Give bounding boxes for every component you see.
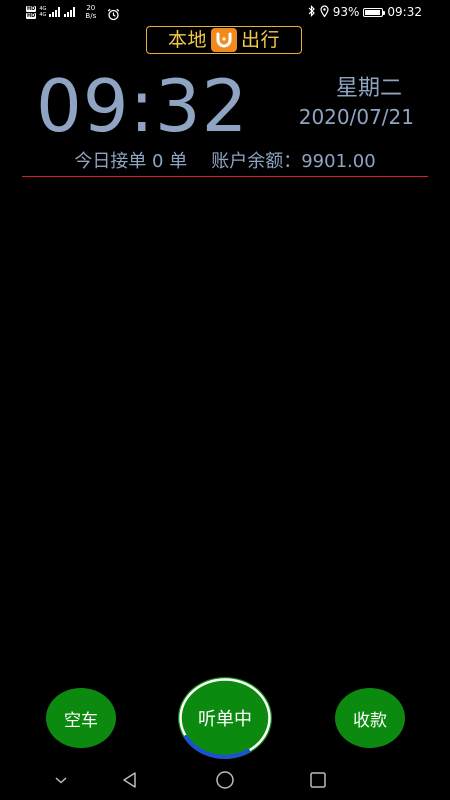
hd-badges: HD HD bbox=[26, 5, 37, 19]
status-time: 09:32 bbox=[387, 5, 422, 19]
current-time: 09:32 bbox=[36, 64, 249, 148]
date-label: 2020/07/21 bbox=[298, 105, 414, 129]
triangle-back-icon[interactable] bbox=[118, 768, 142, 792]
battery-icon bbox=[363, 7, 386, 17]
network-type-2: 4G bbox=[39, 12, 47, 18]
orders-today: 今日接单 0 单 bbox=[74, 151, 188, 172]
logo-emblem-icon bbox=[211, 28, 237, 52]
account-balance: 账户余额：9901.00 bbox=[211, 151, 376, 172]
bluetooth-icon bbox=[308, 4, 316, 20]
weekday-label: 星期二 bbox=[335, 76, 402, 101]
logo-text-right: 出行 bbox=[241, 29, 281, 51]
app-logo: 本地 出行 bbox=[146, 26, 302, 54]
summary-divider bbox=[22, 176, 428, 177]
hd-badge: HD bbox=[26, 12, 37, 19]
square-recent-icon[interactable] bbox=[306, 768, 330, 792]
status-bar: HD HD 4G 4G 20 B/s 93% 09:32 bbox=[0, 0, 450, 24]
network-type: 4G 4G bbox=[39, 6, 46, 18]
alarm-clock-icon bbox=[107, 6, 120, 20]
logo-text-left: 本地 bbox=[167, 29, 207, 51]
network-speed: 20 B/s bbox=[85, 4, 96, 20]
circle-home-icon[interactable] bbox=[213, 768, 237, 792]
system-nav-bar bbox=[0, 760, 450, 800]
signal-icon bbox=[64, 7, 76, 17]
location-pin-icon bbox=[320, 4, 329, 20]
collect-payment-button[interactable]: 收款 bbox=[335, 688, 405, 748]
status-bar-right: 93% 09:32 bbox=[308, 3, 422, 21]
network-speed-unit: B/s bbox=[85, 12, 97, 20]
status-bar-left: HD HD 4G 4G 20 B/s bbox=[26, 3, 120, 21]
listening-button[interactable]: 听单中 bbox=[178, 677, 272, 759]
order-summary: 今日接单 0 单 账户余额：9901.00 bbox=[0, 150, 450, 174]
network-speed-value: 20 bbox=[86, 4, 96, 12]
chevron-down-icon[interactable] bbox=[49, 768, 73, 792]
battery-percent: 93% bbox=[332, 5, 360, 19]
empty-car-button[interactable]: 空车 bbox=[46, 688, 116, 748]
signal-icon bbox=[49, 7, 61, 17]
hd-badge: HD bbox=[26, 5, 37, 12]
battery-level-fill bbox=[365, 9, 381, 15]
